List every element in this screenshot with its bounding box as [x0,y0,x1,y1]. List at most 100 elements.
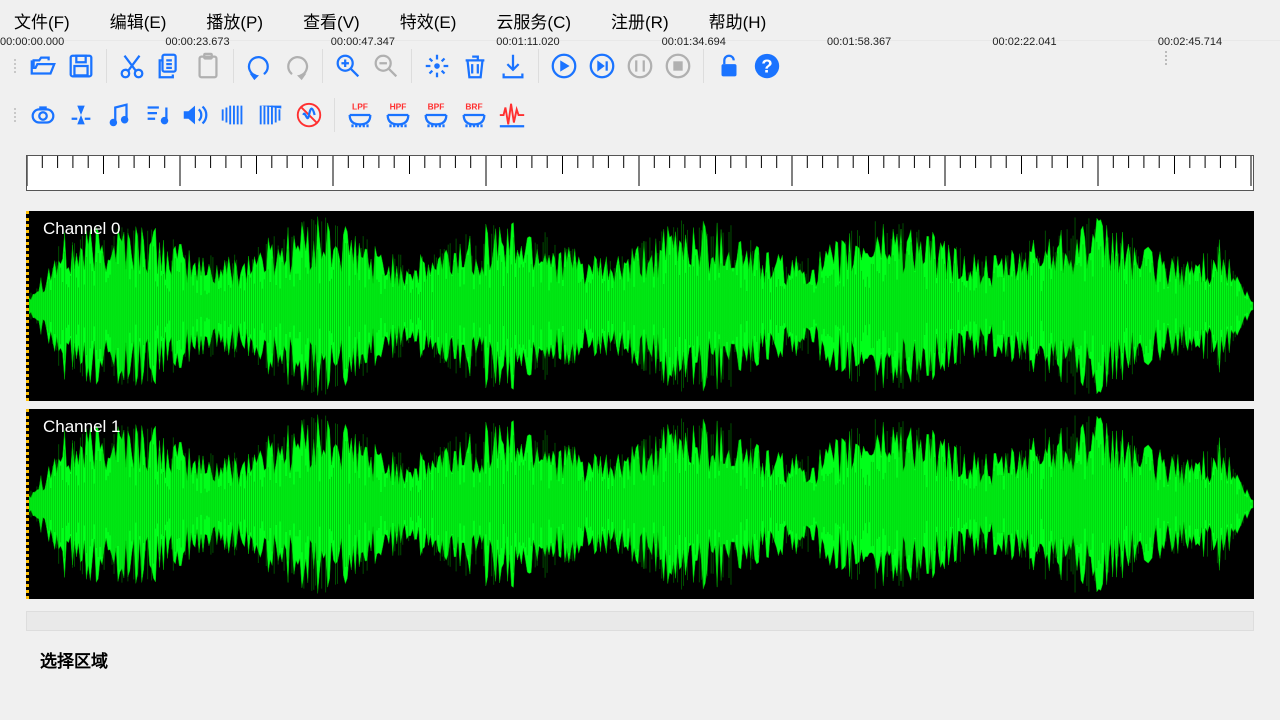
no-noise-icon [294,100,324,130]
toolbar-separator [322,49,323,83]
waveform-channel-0[interactable]: Channel 0 [26,211,1254,401]
record-device-icon [28,100,58,130]
brf-button[interactable]: BRF [455,96,493,134]
menu-cloud[interactable]: 云服务(C) [496,8,571,33]
noise-reduction-button[interactable] [290,96,328,134]
toolbar-grip-icon[interactable] [1165,51,1170,79]
redo-icon [282,51,312,81]
toolbar-separator [538,49,539,83]
help-circle-icon: ? [752,51,782,81]
play-circle-icon [549,51,579,81]
toolbar-grip-icon[interactable] [14,49,20,83]
sort-notes-button[interactable] [138,96,176,134]
brf-icon: BRF [459,100,489,130]
play-loop-button[interactable] [583,47,621,85]
waveform-icon [497,100,527,130]
channel-label: Channel 1 [43,417,121,437]
lpf-icon: LPF [345,100,375,130]
help-button[interactable]: ? [748,47,786,85]
toolbar-separator [233,49,234,83]
waveform-container: Channel 0 Channel 1 [26,211,1254,599]
time-tick-label: 00:00:00.000 [0,36,64,48]
unlock-icon [714,51,744,81]
lpf-button[interactable]: LPF [341,96,379,134]
export-button[interactable] [494,47,532,85]
zoom-out-icon [371,51,401,81]
time-labels: 00:00:00.000 00:00:23.673 00:00:47.347 00:0… [0,34,1280,50]
menu-view[interactable]: 查看(V) [303,8,360,33]
stop-circle-icon [663,51,693,81]
svg-text:BRF: BRF [465,101,482,111]
time-tick-label: 00:01:11.020 [496,36,559,48]
record-button[interactable] [24,96,62,134]
toolbar-grip-icon[interactable] [14,98,20,132]
time-tick-label: 00:00:23.673 [165,36,229,48]
ruler-ticks-icon [27,156,1253,190]
menu-play[interactable]: 播放(P) [206,8,263,33]
save-icon [66,51,96,81]
effects-button[interactable] [418,47,456,85]
normalize-button[interactable] [62,96,100,134]
volume-button[interactable] [176,96,214,134]
undo-button[interactable] [240,47,278,85]
waveform-channel-1[interactable]: Channel 1 [26,409,1254,599]
unlock-button[interactable] [710,47,748,85]
time-tick-label: 00:01:58.367 [827,36,891,48]
svg-text:LPF: LPF [352,101,368,111]
waveform-graphic-icon [29,211,1254,401]
paste-icon [193,51,223,81]
sparkle-icon [422,51,452,81]
fade-in-icon [218,100,248,130]
download-icon [498,51,528,81]
zoom-in-icon [333,51,363,81]
cut-button[interactable] [113,47,151,85]
toolbar-separator [334,98,335,132]
editor-area: 00:00:00.00000:00:23.67300:00:47.34700:0… [0,139,1280,672]
hpf-button[interactable]: HPF [379,96,417,134]
pause-button[interactable] [621,47,659,85]
music-note-icon [104,100,134,130]
speaker-icon [180,100,210,130]
zoom-out-button[interactable] [367,47,405,85]
copy-button[interactable] [151,47,189,85]
menu-help[interactable]: 帮助(H) [709,8,767,33]
time-tick-label: 00:02:45.714 [1158,36,1222,48]
toolbar-separator [106,49,107,83]
open-button[interactable] [24,47,62,85]
menu-effects[interactable]: 特效(E) [400,8,457,33]
time-tick-label: 00:02:22.041 [992,36,1056,48]
stop-button[interactable] [659,47,697,85]
copy-icon [155,51,185,81]
bpf-button[interactable]: BPF [417,96,455,134]
redo-button[interactable] [278,47,316,85]
delete-button[interactable] [456,47,494,85]
toolbar-separator [703,49,704,83]
time-ruler[interactable] [26,155,1254,191]
menu-file[interactable]: 文件(F) [14,8,70,33]
normalize-icon [66,100,96,130]
waveform-graphic-icon [29,409,1254,599]
play-button[interactable] [545,47,583,85]
zoom-in-button[interactable] [329,47,367,85]
horizontal-scrollbar[interactable] [26,611,1254,631]
pause-circle-icon [625,51,655,81]
hpf-icon: HPF [383,100,413,130]
fade-in-button[interactable] [214,96,252,134]
paste-button[interactable] [189,47,227,85]
fade-out-button[interactable] [252,96,290,134]
undo-icon [244,51,274,81]
time-tick-label: 00:00:47.347 [331,36,395,48]
channel-label: Channel 0 [43,219,121,239]
svg-text:?: ? [761,56,772,77]
play-loop-icon [587,51,617,81]
trash-icon [460,51,490,81]
music-button[interactable] [100,96,138,134]
save-button[interactable] [62,47,100,85]
waveform-button[interactable] [493,96,531,134]
bpf-icon: BPF [421,100,451,130]
menu-edit[interactable]: 编辑(E) [110,8,167,33]
toolbar-separator [411,49,412,83]
menu-register[interactable]: 注册(R) [611,8,669,33]
sort-notes-icon [142,100,172,130]
effects-toolbar: LPF HPF BPF BRF [0,91,1280,139]
